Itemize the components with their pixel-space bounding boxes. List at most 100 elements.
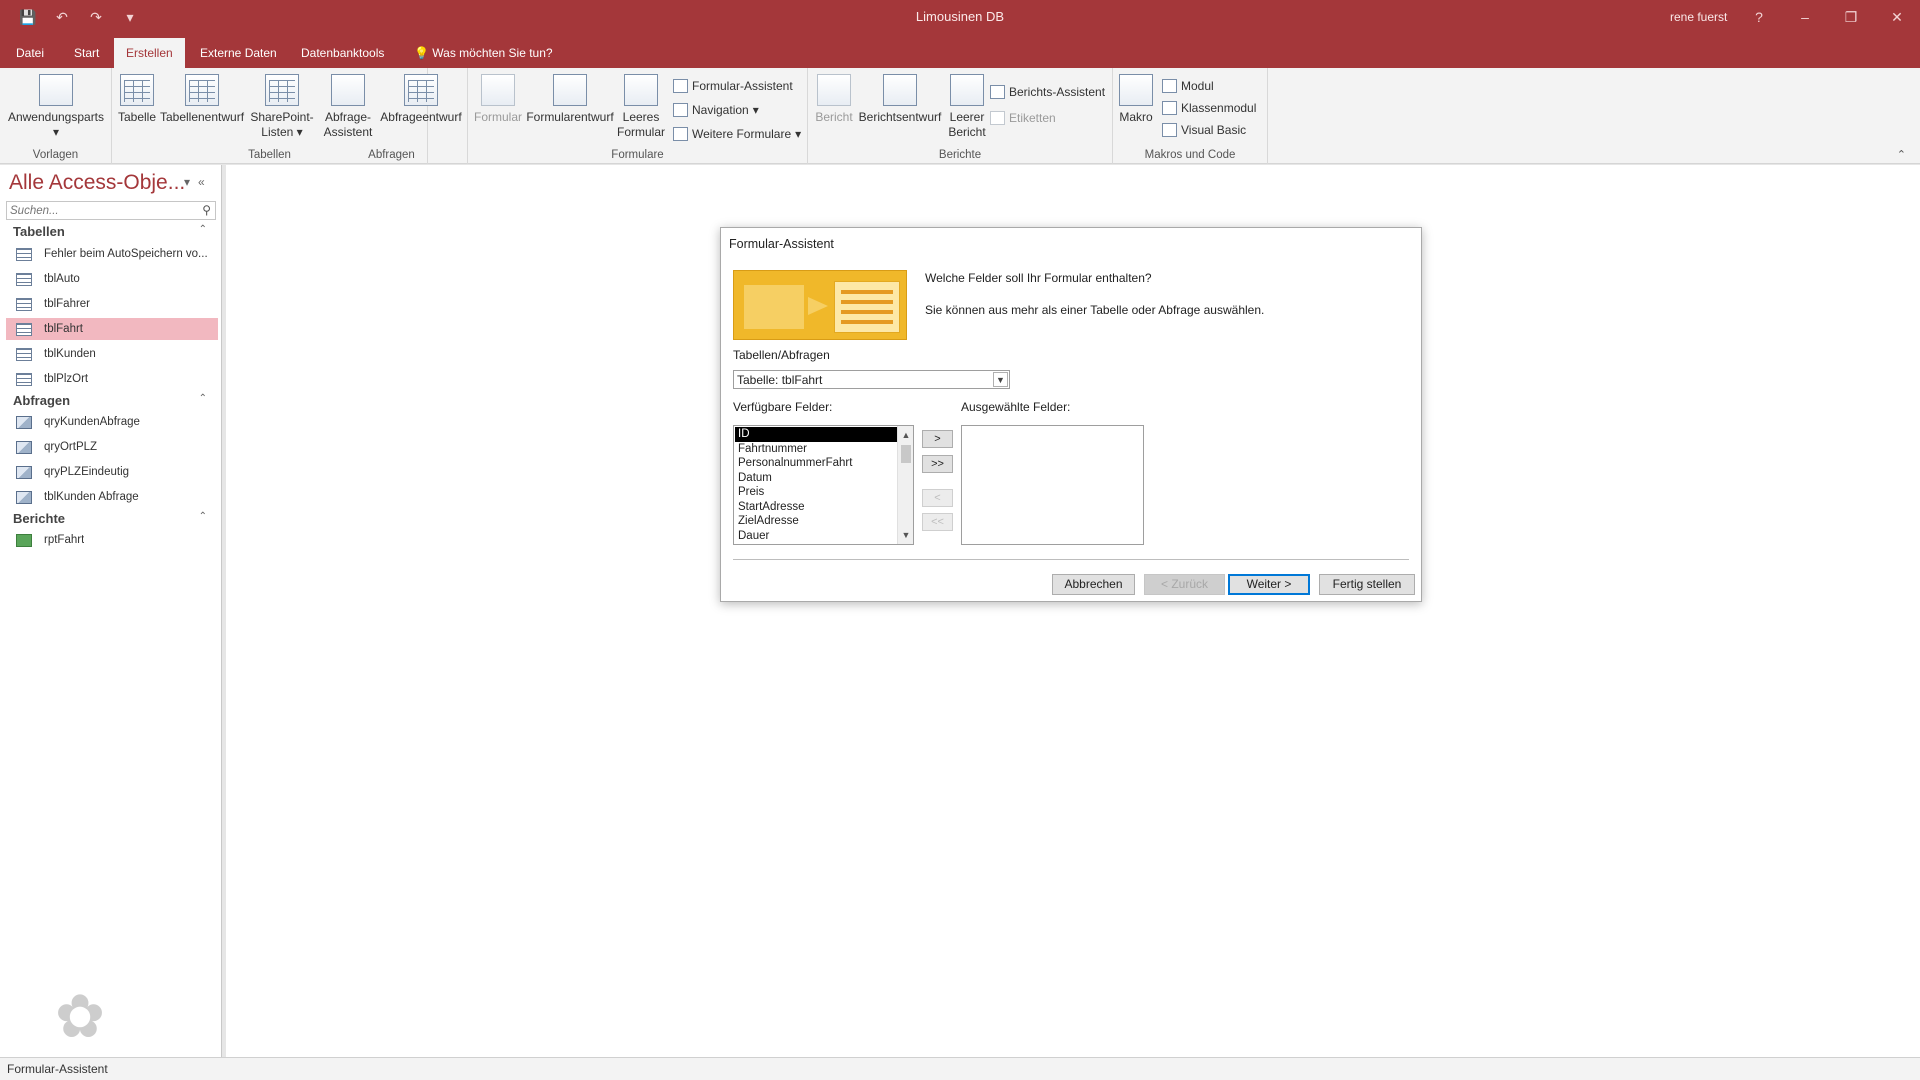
table-icon [16, 247, 32, 261]
list-item[interactable]: PersonalnummerFahrt [735, 456, 897, 471]
list-item[interactable]: Preis [735, 485, 897, 500]
klassenmodul-button[interactable]: Klassenmodul [1162, 98, 1256, 118]
list-item[interactable]: Fahrtnummer [735, 442, 897, 457]
scroll-down-icon[interactable]: ▼ [898, 527, 913, 543]
etiketten-label: Etiketten [1009, 111, 1056, 125]
finish-button[interactable]: Fertig stellen [1319, 574, 1415, 595]
shutter-bar-close-icon[interactable]: « [198, 175, 205, 189]
group-label-abfragen: Abfragen [368, 149, 415, 161]
berichts-assistent-button[interactable]: Berichts-Assistent [990, 82, 1105, 102]
collapse-chevron-icon[interactable]: ⌃ [199, 224, 207, 235]
collapse-ribbon-icon[interactable]: ⌃ [1897, 148, 1906, 161]
nav-item[interactable]: tblAuto [6, 268, 218, 290]
user-name[interactable]: rene fuerst [1670, 10, 1727, 24]
list-item[interactable]: ZielAdresse [735, 514, 897, 529]
formularentwurf-button[interactable]: Formularentwurf [524, 74, 616, 125]
collapse-chevron-icon[interactable]: ⌃ [199, 393, 207, 404]
help-icon[interactable]: ? [1736, 0, 1782, 34]
back-button[interactable]: < Zurück [1144, 574, 1225, 595]
list-item-selected[interactable]: ID [735, 427, 897, 442]
nav-menu-chevron-icon[interactable]: ▾ [184, 175, 190, 189]
nav-item[interactable]: qryKundenAbfrage [6, 411, 218, 433]
nav-item[interactable]: Fehler beim AutoSpeichern vo... [6, 243, 218, 265]
tabellenentwurf-label: Tabellenentwurf [159, 110, 245, 124]
add-all-fields-button[interactable]: >> [922, 455, 953, 473]
dialog-title: Formular-Assistent [729, 237, 834, 251]
anwendungsparts-button[interactable]: Anwendungsparts ▾ [6, 74, 106, 140]
scroll-thumb[interactable] [901, 445, 911, 463]
selected-fields-list[interactable] [961, 425, 1144, 545]
nav-section-berichte[interactable]: Berichte ⌃ [0, 509, 221, 529]
formular-assistent-button[interactable]: Formular-Assistent [673, 76, 793, 96]
nav-section-tabellen[interactable]: Tabellen ⌃ [0, 222, 221, 242]
add-field-button[interactable]: > [922, 430, 953, 448]
cancel-button[interactable]: Abbrechen [1052, 574, 1135, 595]
list-item[interactable]: Datum [735, 471, 897, 486]
abfrage-assistent-button[interactable]: Abfrage- Assistent [320, 74, 376, 140]
nav-item[interactable]: tblKunden Abfrage [6, 486, 218, 508]
modul-button[interactable]: Modul [1162, 76, 1214, 96]
weitere-formulare-button[interactable]: Weitere Formulare ▾ [673, 124, 801, 144]
available-fields-list[interactable]: ID Fahrtnummer PersonalnummerFahrt Datum… [733, 425, 914, 545]
nav-item-label: rptFahrt [44, 534, 85, 546]
collapse-chevron-icon[interactable]: ⌃ [199, 511, 207, 522]
tabelle-button[interactable]: Tabelle [116, 74, 158, 125]
dialog-separator [733, 559, 1409, 560]
abfrage-assistent-label-2: Assistent [323, 125, 373, 139]
navigation-button[interactable]: Navigation ▾ [673, 100, 759, 120]
nav-item-selected[interactable]: tblFahrt [6, 318, 218, 340]
bericht-button[interactable]: Bericht [812, 74, 856, 125]
list-scrollbar[interactable]: ▲ ▼ [897, 426, 913, 544]
remove-all-fields-button[interactable]: << [922, 513, 953, 531]
scroll-up-icon[interactable]: ▲ [898, 427, 913, 443]
makro-button[interactable]: Makro [1116, 74, 1156, 125]
group-formulare: Formular Formularentwurf Leeres Formular… [468, 68, 808, 164]
nav-item[interactable]: rptFahrt [6, 529, 218, 551]
group-label-berichte: Berichte [938, 149, 982, 161]
nav-section-abfragen[interactable]: Abfragen ⌃ [0, 391, 221, 411]
leeres-label-2: Formular [616, 125, 665, 139]
remove-field-button[interactable]: < [922, 489, 953, 507]
leerer-bericht-button[interactable]: Leerer Bericht [944, 74, 990, 140]
tab-datei[interactable]: Datei [4, 41, 56, 68]
nav-item[interactable]: qryPLZEindeutig [6, 461, 218, 483]
nav-pane-title[interactable]: Alle Access-Obje... [9, 171, 185, 195]
nav-search-box: ⚲ [6, 201, 216, 220]
blank-form-icon [624, 74, 658, 106]
formularentwurf-label: Formularentwurf [526, 110, 614, 124]
close-icon[interactable]: ✕ [1874, 0, 1920, 34]
next-button[interactable]: Weiter > [1228, 574, 1310, 595]
chevron-down-icon[interactable]: ▼ [993, 372, 1008, 387]
tables-queries-combobox[interactable]: Tabelle: tblFahrt ▼ [733, 370, 1010, 389]
table-icon [16, 272, 32, 286]
tables-queries-label: Tabellen/Abfragen [733, 348, 830, 362]
etiketten-button[interactable]: Etiketten [990, 108, 1056, 128]
butterfly-logo-icon: ✿ [54, 983, 106, 1050]
nav-item[interactable]: tblFahrer [6, 293, 218, 315]
sharepoint-listen-button[interactable]: SharePoint- Listen ▾ [244, 74, 320, 140]
application-parts-icon [39, 74, 73, 106]
leeres-formular-button[interactable]: Leeres Formular [616, 74, 666, 140]
berichtsentwurf-button[interactable]: Berichtsentwurf [856, 74, 944, 125]
query-icon [16, 440, 32, 454]
nav-item[interactable]: tblKunden [6, 343, 218, 365]
nav-item[interactable]: qryOrtPLZ [6, 436, 218, 458]
visual-basic-button[interactable]: Visual Basic [1162, 120, 1246, 140]
form-icon [481, 74, 515, 106]
formular-button[interactable]: Formular [472, 74, 524, 125]
tell-me-box[interactable]: 💡 Was möchten Sie tun? [402, 41, 565, 68]
tab-datenbanktools[interactable]: Datenbanktools [289, 41, 396, 68]
restore-icon[interactable]: ❐ [1828, 0, 1874, 34]
tab-externe-daten[interactable]: Externe Daten [188, 41, 289, 68]
sharepoint-list-icon [265, 74, 299, 106]
tab-start[interactable]: Start [62, 41, 111, 68]
abfrageentwurf-button[interactable]: Abfrageentwurf [374, 74, 468, 125]
list-item[interactable]: Dauer [735, 529, 897, 544]
tab-erstellen[interactable]: Erstellen [114, 38, 185, 68]
minimize-icon[interactable]: – [1782, 0, 1828, 34]
tabellenentwurf-button[interactable]: Tabellenentwurf [158, 74, 246, 125]
nav-item[interactable]: tblPlzOrt [6, 368, 218, 390]
nav-search-input[interactable] [7, 202, 187, 219]
search-icon[interactable]: ⚲ [202, 203, 211, 217]
list-item[interactable]: StartAdresse [735, 500, 897, 515]
